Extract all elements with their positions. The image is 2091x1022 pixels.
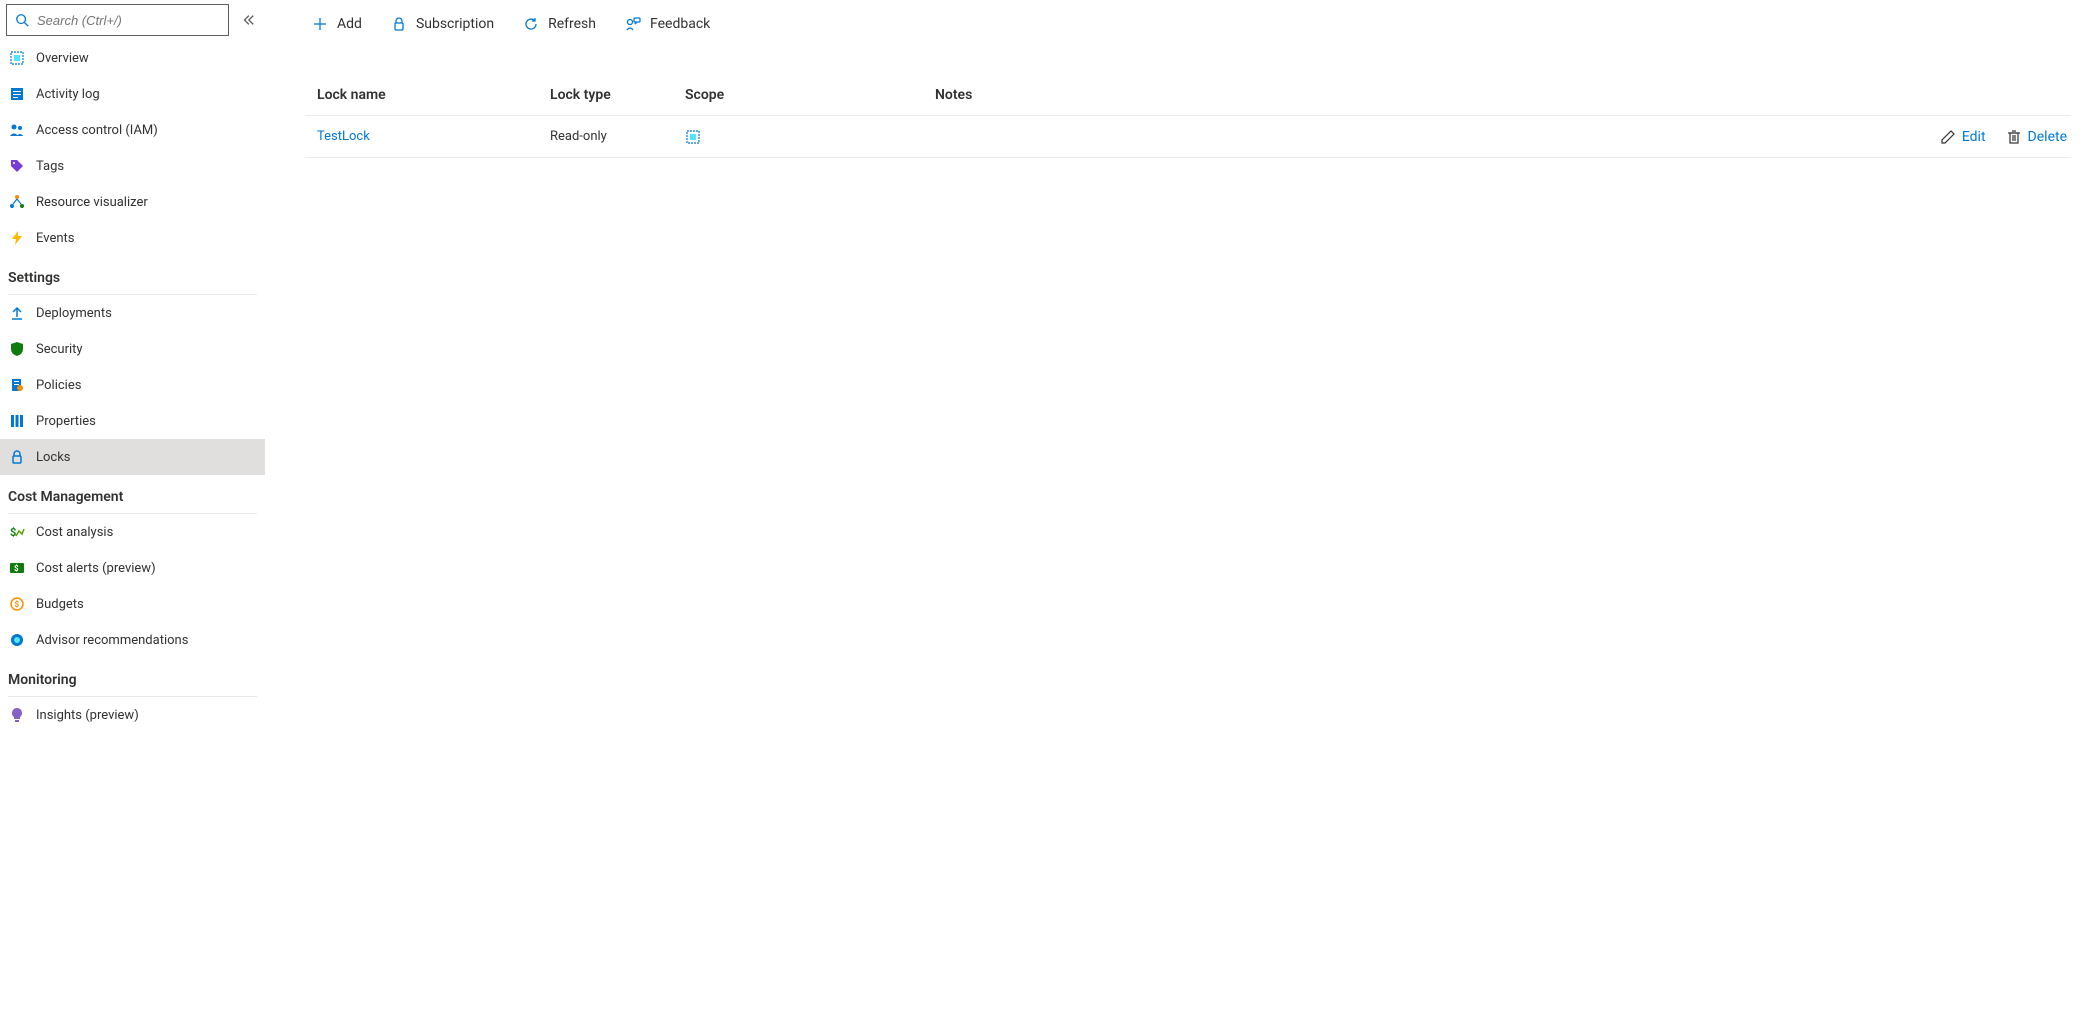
- col-header-name: Lock name: [305, 87, 550, 103]
- properties-icon: [8, 412, 26, 430]
- sidebar-item-events[interactable]: Events: [0, 220, 265, 256]
- lightbulb-icon: [8, 706, 26, 724]
- col-header-scope: Scope: [685, 87, 935, 103]
- refresh-icon: [522, 15, 540, 33]
- sidebar-item-resource-visualizer[interactable]: Resource visualizer: [0, 184, 265, 220]
- toolbar-label: Subscription: [416, 16, 494, 32]
- visualizer-icon: [8, 193, 26, 211]
- sidebar-item-label: Cost analysis: [36, 525, 113, 540]
- sidebar-item-label: Deployments: [36, 306, 112, 321]
- edit-button[interactable]: Edit: [1940, 129, 1986, 145]
- delete-button[interactable]: Delete: [2006, 129, 2067, 145]
- sidebar-item-locks[interactable]: Locks: [0, 439, 265, 475]
- svg-text:$: $: [10, 526, 16, 539]
- sidebar-item-label: Budgets: [36, 597, 84, 612]
- sidebar-item-label: Access control (IAM): [36, 123, 158, 138]
- policy-icon: [8, 376, 26, 394]
- search-icon: [15, 13, 29, 27]
- add-button[interactable]: Add: [305, 6, 368, 42]
- resource-group-icon: [685, 129, 935, 145]
- sidebar: Overview Activity log Access control (IA…: [0, 0, 265, 1022]
- toolbar-label: Feedback: [650, 16, 710, 32]
- sidebar-item-cost-analysis[interactable]: $ Cost analysis: [0, 514, 265, 550]
- sidebar-item-label: Events: [36, 231, 74, 246]
- search-box[interactable]: [6, 4, 229, 36]
- feedback-button[interactable]: Feedback: [618, 6, 716, 42]
- sidebar-item-label: Policies: [36, 378, 81, 393]
- sidebar-item-label: Properties: [36, 414, 96, 429]
- lock-scope-cell: [685, 129, 935, 145]
- group-header-settings: Settings: [0, 256, 265, 290]
- lightning-icon: [8, 229, 26, 247]
- sidebar-item-label: Insights (preview): [36, 708, 139, 723]
- locks-table: Lock name Lock type Scope Notes TestLock…: [305, 74, 2071, 158]
- table-header: Lock name Lock type Scope Notes: [305, 74, 2071, 116]
- sidebar-item-label: Cost alerts (preview): [36, 561, 156, 576]
- lock-name-link[interactable]: TestLock: [317, 129, 370, 144]
- sidebar-item-label: Tags: [36, 159, 64, 174]
- subscription-button[interactable]: Subscription: [384, 6, 500, 42]
- collapse-sidebar-button[interactable]: [237, 9, 259, 31]
- toolbar: Add Subscription Refresh Feedback: [305, 0, 2071, 44]
- plus-icon: [311, 15, 329, 33]
- refresh-button[interactable]: Refresh: [516, 6, 602, 42]
- toolbar-label: Add: [337, 16, 362, 32]
- search-input[interactable]: [35, 12, 220, 29]
- table-row: TestLock Read-only E: [305, 116, 2071, 158]
- sidebar-item-advisor[interactable]: Advisor recommendations: [0, 622, 265, 658]
- action-label: Delete: [2028, 129, 2067, 145]
- activity-log-icon: [8, 85, 26, 103]
- feedback-icon: [624, 15, 642, 33]
- sidebar-item-activity-log[interactable]: Activity log: [0, 76, 265, 112]
- sidebar-item-policies[interactable]: Policies: [0, 367, 265, 403]
- col-header-type: Lock type: [550, 87, 685, 103]
- advisor-icon: [8, 631, 26, 649]
- sidebar-item-access-control[interactable]: Access control (IAM): [0, 112, 265, 148]
- lock-icon: [8, 448, 26, 466]
- sidebar-item-budgets[interactable]: $ Budgets: [0, 586, 265, 622]
- cost-analysis-icon: $: [8, 523, 26, 541]
- sidebar-item-overview[interactable]: Overview: [0, 40, 265, 76]
- sidebar-item-cost-alerts[interactable]: $ Cost alerts (preview): [0, 550, 265, 586]
- group-header-monitoring: Monitoring: [0, 658, 265, 692]
- toolbar-label: Refresh: [548, 16, 596, 32]
- lock-icon: [390, 15, 408, 33]
- action-label: Edit: [1962, 129, 1986, 145]
- trash-icon: [2006, 129, 2022, 145]
- sidebar-item-insights[interactable]: Insights (preview): [0, 697, 265, 733]
- shield-icon: [8, 340, 26, 358]
- svg-text:$: $: [14, 564, 19, 573]
- people-icon: [8, 121, 26, 139]
- sidebar-item-label: Security: [36, 342, 83, 357]
- pencil-icon: [1940, 129, 1956, 145]
- sidebar-item-label: Resource visualizer: [36, 195, 148, 210]
- sidebar-item-tags[interactable]: Tags: [0, 148, 265, 184]
- sidebar-item-security[interactable]: Security: [0, 331, 265, 367]
- sidebar-item-deployments[interactable]: Deployments: [0, 295, 265, 331]
- col-header-notes: Notes: [935, 87, 2071, 103]
- main-content: Add Subscription Refresh Feedback: [265, 0, 2091, 1022]
- sidebar-item-label: Overview: [36, 51, 89, 66]
- sidebar-nav: Overview Activity log Access control (IA…: [0, 40, 265, 1022]
- sidebar-item-properties[interactable]: Properties: [0, 403, 265, 439]
- cost-alerts-icon: $: [8, 559, 26, 577]
- sidebar-item-label: Locks: [36, 450, 71, 465]
- group-header-cost-management: Cost Management: [0, 475, 265, 509]
- tag-icon: [8, 157, 26, 175]
- lock-type-cell: Read-only: [550, 129, 685, 144]
- resource-group-icon: [8, 49, 26, 67]
- upload-icon: [8, 304, 26, 322]
- sidebar-item-label: Advisor recommendations: [36, 633, 188, 648]
- budgets-icon: $: [8, 595, 26, 613]
- svg-text:$: $: [15, 600, 20, 609]
- sidebar-item-label: Activity log: [36, 87, 100, 102]
